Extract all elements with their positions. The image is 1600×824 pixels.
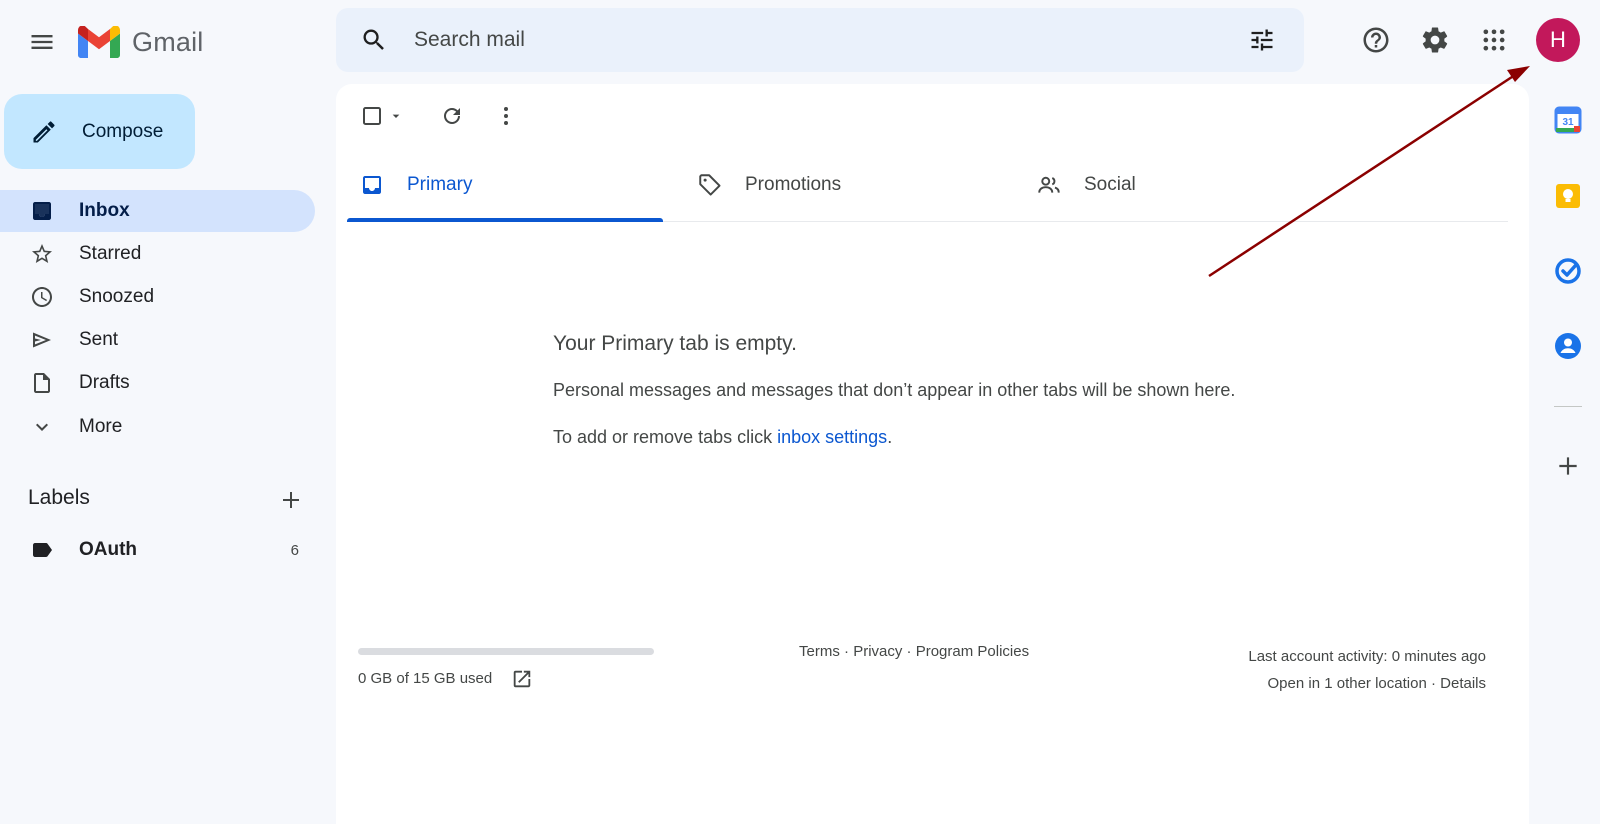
pencil-icon <box>33 120 55 142</box>
checkbox-icon <box>363 107 381 125</box>
sidebar-item-label: Starred <box>79 243 142 264</box>
open-other-location-text: Open in 1 other location <box>1267 675 1427 692</box>
sidebar-item-label: Snoozed <box>79 286 155 307</box>
tasks-check-icon <box>1555 258 1581 284</box>
sidebar-item-label: Inbox <box>79 200 130 221</box>
main-panel <box>336 84 1529 824</box>
privacy-link[interactable]: Privacy <box>853 643 902 660</box>
sidebar-item-snoozed[interactable]: Snoozed <box>0 276 315 318</box>
rail-divider <box>1554 406 1582 407</box>
search-button[interactable] <box>358 24 390 56</box>
select-all-checkbox[interactable] <box>352 96 408 136</box>
inbox-settings-link[interactable]: inbox settings <box>777 427 887 447</box>
sidebar-item-label: Drafts <box>79 372 130 393</box>
menu-icon <box>31 35 53 49</box>
label-tag-icon <box>33 543 52 557</box>
clock-icon <box>32 287 52 307</box>
refresh-button[interactable] <box>432 96 472 136</box>
empty-state-message: Personal messages and messages that don’… <box>553 380 1236 400</box>
label-item-oauth[interactable]: OAuth 6 <box>0 530 315 570</box>
star-icon <box>32 244 52 263</box>
other-location-line: Open in 1 other location · Details <box>1248 670 1486 697</box>
sidebar-item-label: More <box>79 416 123 437</box>
tag-icon <box>699 174 721 196</box>
sidebar-item-more[interactable]: More <box>0 406 315 448</box>
account-avatar[interactable]: H <box>1536 18 1580 62</box>
storage-usage-text: 0 GB of 15 GB used <box>358 670 493 687</box>
footer-links: Terms · Privacy · Program Policies <box>799 643 1029 660</box>
inbox-icon <box>33 202 51 220</box>
empty-state-title: Your Primary tab is empty. <box>553 332 797 355</box>
get-addons-button[interactable] <box>1546 444 1590 488</box>
help-icon <box>1363 27 1389 53</box>
refresh-icon <box>444 108 460 124</box>
gear-icon <box>1422 27 1448 53</box>
empty-state-hint: To add or remove tabs click inbox settin… <box>553 427 892 448</box>
settings-button[interactable] <box>1415 20 1455 60</box>
terms-link[interactable]: Terms <box>799 643 840 660</box>
app-name: Gmail <box>132 26 204 57</box>
manage-storage-button[interactable] <box>510 667 534 691</box>
inbox-icon <box>363 176 381 194</box>
tab-primary[interactable]: Primary <box>357 148 472 222</box>
chevron-down-icon <box>36 423 48 431</box>
gmail-logo[interactable]: Gmail <box>78 22 204 62</box>
program-policies-link[interactable]: Program Policies <box>916 643 1029 660</box>
last-activity-text: Last account activity: 0 minutes ago <box>1248 648 1486 665</box>
tab-promotions[interactable]: Promotions <box>695 148 841 222</box>
calendar-icon: 31 <box>1554 106 1582 134</box>
label-count: 6 <box>290 541 299 559</box>
sidebar-item-label: Sent <box>79 329 119 350</box>
active-tab-indicator <box>347 218 663 222</box>
keep-bulb-icon <box>1556 184 1580 208</box>
footer-separator: · <box>839 643 854 660</box>
create-label-button[interactable] <box>276 485 306 515</box>
empty-state-hint-prefix: To add or remove tabs click <box>553 427 778 447</box>
google-apps-button[interactable] <box>1474 20 1514 60</box>
search-input[interactable] <box>412 19 1242 61</box>
tab-social[interactable]: Social <box>1034 148 1136 222</box>
search-bar <box>336 8 1304 72</box>
plus-icon <box>1559 457 1577 475</box>
account-activity: Last account activity: 0 minutes ago Ope… <box>1248 643 1486 697</box>
more-vertical-icon <box>504 107 508 125</box>
labels-heading: Labels <box>28 486 90 509</box>
search-icon <box>363 29 384 50</box>
search-options-button[interactable] <box>1242 20 1282 60</box>
more-options-button[interactable] <box>486 96 526 136</box>
support-button[interactable] <box>1356 20 1396 60</box>
send-icon <box>33 332 51 348</box>
storage-usage-bar <box>358 648 654 655</box>
filter-sliders-icon <box>1251 29 1273 51</box>
draft-icon <box>34 373 50 393</box>
contacts-app-button[interactable] <box>1546 324 1590 368</box>
compose-label: Compose <box>82 120 164 142</box>
footer-separator: · <box>1426 675 1441 692</box>
main-menu-button[interactable] <box>22 22 62 62</box>
sidebar-item-starred[interactable]: Starred <box>0 233 315 275</box>
caret-down-icon <box>392 114 400 118</box>
apps-grid-icon <box>1483 29 1505 51</box>
footer-separator: · <box>902 643 916 660</box>
gmail-logo-icon <box>78 26 120 58</box>
svg-text:31: 31 <box>1562 117 1574 128</box>
people-icon <box>1038 176 1060 193</box>
sidebar-item-drafts[interactable]: Drafts <box>0 362 315 404</box>
contacts-person-icon <box>1555 333 1581 359</box>
tasks-app-button[interactable] <box>1546 249 1590 293</box>
keep-app-button[interactable] <box>1546 174 1590 218</box>
compose-button[interactable]: Compose <box>4 94 195 169</box>
label-name: OAuth <box>79 539 138 560</box>
activity-details-link[interactable]: Details <box>1440 675 1486 692</box>
empty-state-hint-suffix: . <box>887 427 893 447</box>
tab-label: Primary <box>407 174 473 195</box>
tab-label: Promotions <box>745 174 842 195</box>
plus-icon <box>283 492 299 508</box>
open-in-new-icon <box>513 670 531 688</box>
calendar-app-button[interactable]: 31 <box>1546 98 1590 142</box>
tab-label: Social <box>1084 174 1136 195</box>
sidebar-item-sent[interactable]: Sent <box>0 319 315 361</box>
sidebar-item-inbox[interactable]: Inbox <box>0 190 315 232</box>
